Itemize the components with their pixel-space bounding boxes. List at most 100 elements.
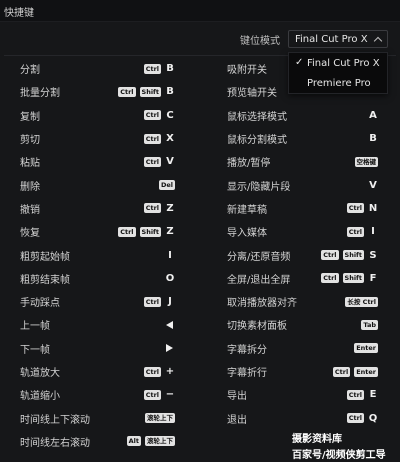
shortcut-row: 导入媒体 Ctrl I: [227, 220, 378, 243]
shortcut-label: 粗剪起始帧: [20, 251, 70, 263]
keymap-mode-value: Final Cut Pro X: [295, 33, 368, 45]
keymap-mode-label: 键位模式: [240, 35, 280, 47]
keymap-option-label: Premiere Pro: [307, 77, 371, 89]
shortcut-label: 吸附开关: [227, 65, 267, 77]
shortcut-key: E: [369, 389, 377, 401]
modifier-key-chip: Tab: [361, 319, 378, 330]
modifier-key-chip: Ctrl: [143, 110, 161, 121]
shortcut-row: 轨道缩小 Ctrl −: [20, 383, 175, 406]
shortcut-keys: Ctrl J: [143, 296, 175, 308]
shortcut-keys: Ctrl B: [143, 63, 175, 74]
keymap-option-fcpx[interactable]: ✓ Final Cut Pro X: [289, 53, 387, 73]
keymap-mode-select[interactable]: Final Cut Pro X: [288, 30, 388, 48]
modifier-key-chip: 滚轮上下: [145, 436, 175, 447]
shortcut-keys: V: [368, 180, 378, 191]
shortcut-row: 粗剪结束帧 O: [20, 267, 175, 290]
modifier-key-chip: 长按 Ctrl: [345, 296, 378, 307]
shortcut-key: Q: [368, 412, 378, 424]
shortcut-row: 播放/暂停 空格键: [227, 150, 378, 173]
shortcut-row: 时间线上下滚动 滚轮上下: [20, 406, 175, 429]
shortcut-row: 粘贴 Ctrl V: [20, 150, 175, 173]
watermark-line1: 摄影资料库: [292, 434, 342, 445]
shortcut-label: 复制: [20, 111, 40, 123]
shortcut-keys: Del: [158, 180, 175, 191]
modifier-key-chip: Ctrl: [332, 366, 351, 377]
shortcut-row: 切换素材面板 Tab: [227, 313, 378, 336]
shortcut-label: 时间线上下滚动: [20, 414, 90, 426]
shortcut-row: 新建草稿 Ctrl N: [227, 197, 378, 220]
shortcut-keys: Ctrl Q: [346, 412, 378, 424]
modifier-key-chip: Shift: [139, 226, 161, 237]
shortcut-key: V: [369, 179, 377, 191]
shortcut-label: 鼠标分割模式: [227, 135, 287, 147]
shortcut-key: J: [168, 296, 172, 308]
shortcut-label: 上一帧: [20, 321, 50, 333]
shortcut-row: 字幕折行 Ctrl Enter: [227, 360, 378, 383]
shortcut-row: 批量分割 Ctrl Shift B: [20, 80, 175, 103]
shortcut-key: Z: [166, 226, 174, 238]
shortcut-keys: Ctrl Enter: [332, 366, 378, 377]
shortcut-label: 恢复: [20, 228, 40, 240]
shortcut-key: S: [369, 249, 377, 261]
shortcut-keys: O: [165, 273, 175, 284]
shortcut-row: 轨道放大 Ctrl +: [20, 360, 175, 383]
modifier-key-chip: Ctrl: [143, 389, 161, 400]
shortcut-keys: Ctrl N: [346, 203, 378, 214]
shortcut-row: 上一帧: [20, 313, 175, 336]
shortcut-label: 粗剪结束帧: [20, 274, 70, 286]
shortcut-keys: B: [368, 133, 378, 144]
shortcut-row: 恢复 Ctrl Shift Z: [20, 220, 175, 243]
modifier-key-chip: Enter: [354, 366, 378, 377]
shortcut-label: 轨道放大: [20, 368, 60, 379]
shortcut-label: 分割: [20, 65, 40, 77]
shortcut-keys: Tab: [361, 319, 378, 330]
shortcut-label: 切换素材面板: [227, 321, 287, 333]
chevron-up-icon: [373, 36, 383, 45]
shortcut-row: 删除 Del: [20, 173, 175, 196]
modifier-key-chip: Ctrl: [143, 366, 161, 377]
modifier-key-chip: Ctrl: [321, 273, 339, 284]
keymap-option-label: Final Cut Pro X: [307, 57, 380, 69]
shortcut-key: V: [166, 156, 174, 168]
shortcut-row: 导出 Ctrl E: [227, 383, 378, 406]
shortcut-key: C: [166, 109, 174, 121]
shortcut-label: 导入媒体: [227, 228, 267, 240]
shortcut-row: 退出 Ctrl Q: [227, 406, 378, 429]
modifier-key-chip: Ctrl: [143, 63, 161, 74]
shortcut-row: 手动踩点 Ctrl J: [20, 290, 175, 313]
modifier-key-chip: Ctrl: [143, 156, 161, 167]
shortcut-label: 删除: [20, 181, 40, 193]
modifier-key-chip: Ctrl: [346, 413, 364, 424]
modifier-key-chip: Ctrl: [346, 226, 364, 237]
shortcut-keys: Alt 滚轮上下: [126, 436, 175, 447]
shortcut-keys: Ctrl Shift Z: [118, 226, 175, 237]
shortcut-keys: A: [368, 110, 378, 121]
shortcut-row: 鼠标选择模式 A: [227, 104, 378, 127]
watermark-line2: 百家号/视频侠剪工导: [292, 450, 386, 461]
keymap-option-premiere[interactable]: Premiere Pro: [289, 73, 387, 93]
shortcut-label: 新建草稿: [227, 204, 267, 216]
modifier-key-chip: Ctrl: [118, 86, 136, 97]
modifier-key-chip: Ctrl: [143, 133, 161, 144]
modifier-key-chip: Del: [158, 180, 175, 191]
shortcut-label: 显示/隐藏片段: [227, 181, 291, 193]
shortcut-label: 导出: [227, 391, 247, 403]
shortcut-keys: 滚轮上下: [145, 413, 175, 424]
shortcut-row: 取消播放器对齐 长按 Ctrl: [227, 290, 378, 313]
shortcut-keys: 空格键: [354, 156, 378, 167]
shortcut-keys: Ctrl V: [143, 156, 175, 168]
shortcut-label: 全屏/退出全屏: [227, 274, 291, 286]
modifier-key-chip: Alt: [126, 436, 141, 447]
right-arrow-icon: [166, 344, 173, 353]
shortcut-key: I: [371, 226, 375, 238]
shortcut-keys: 长按 Ctrl: [345, 296, 378, 307]
shortcut-row: 复制 Ctrl C: [20, 104, 175, 127]
shortcut-row: 剪切 Ctrl X: [20, 127, 175, 150]
shortcut-keys: Ctrl Shift S: [321, 250, 378, 261]
checkmark-icon: ✓: [295, 57, 304, 68]
shortcut-label: 时间线左右滚动: [20, 437, 90, 449]
modifier-key-chip: Shift: [342, 250, 364, 261]
shortcut-keys: Ctrl −: [143, 389, 175, 400]
shortcut-keys: Ctrl Z: [143, 203, 175, 214]
shortcut-row: 粗剪起始帧 I: [20, 243, 175, 266]
